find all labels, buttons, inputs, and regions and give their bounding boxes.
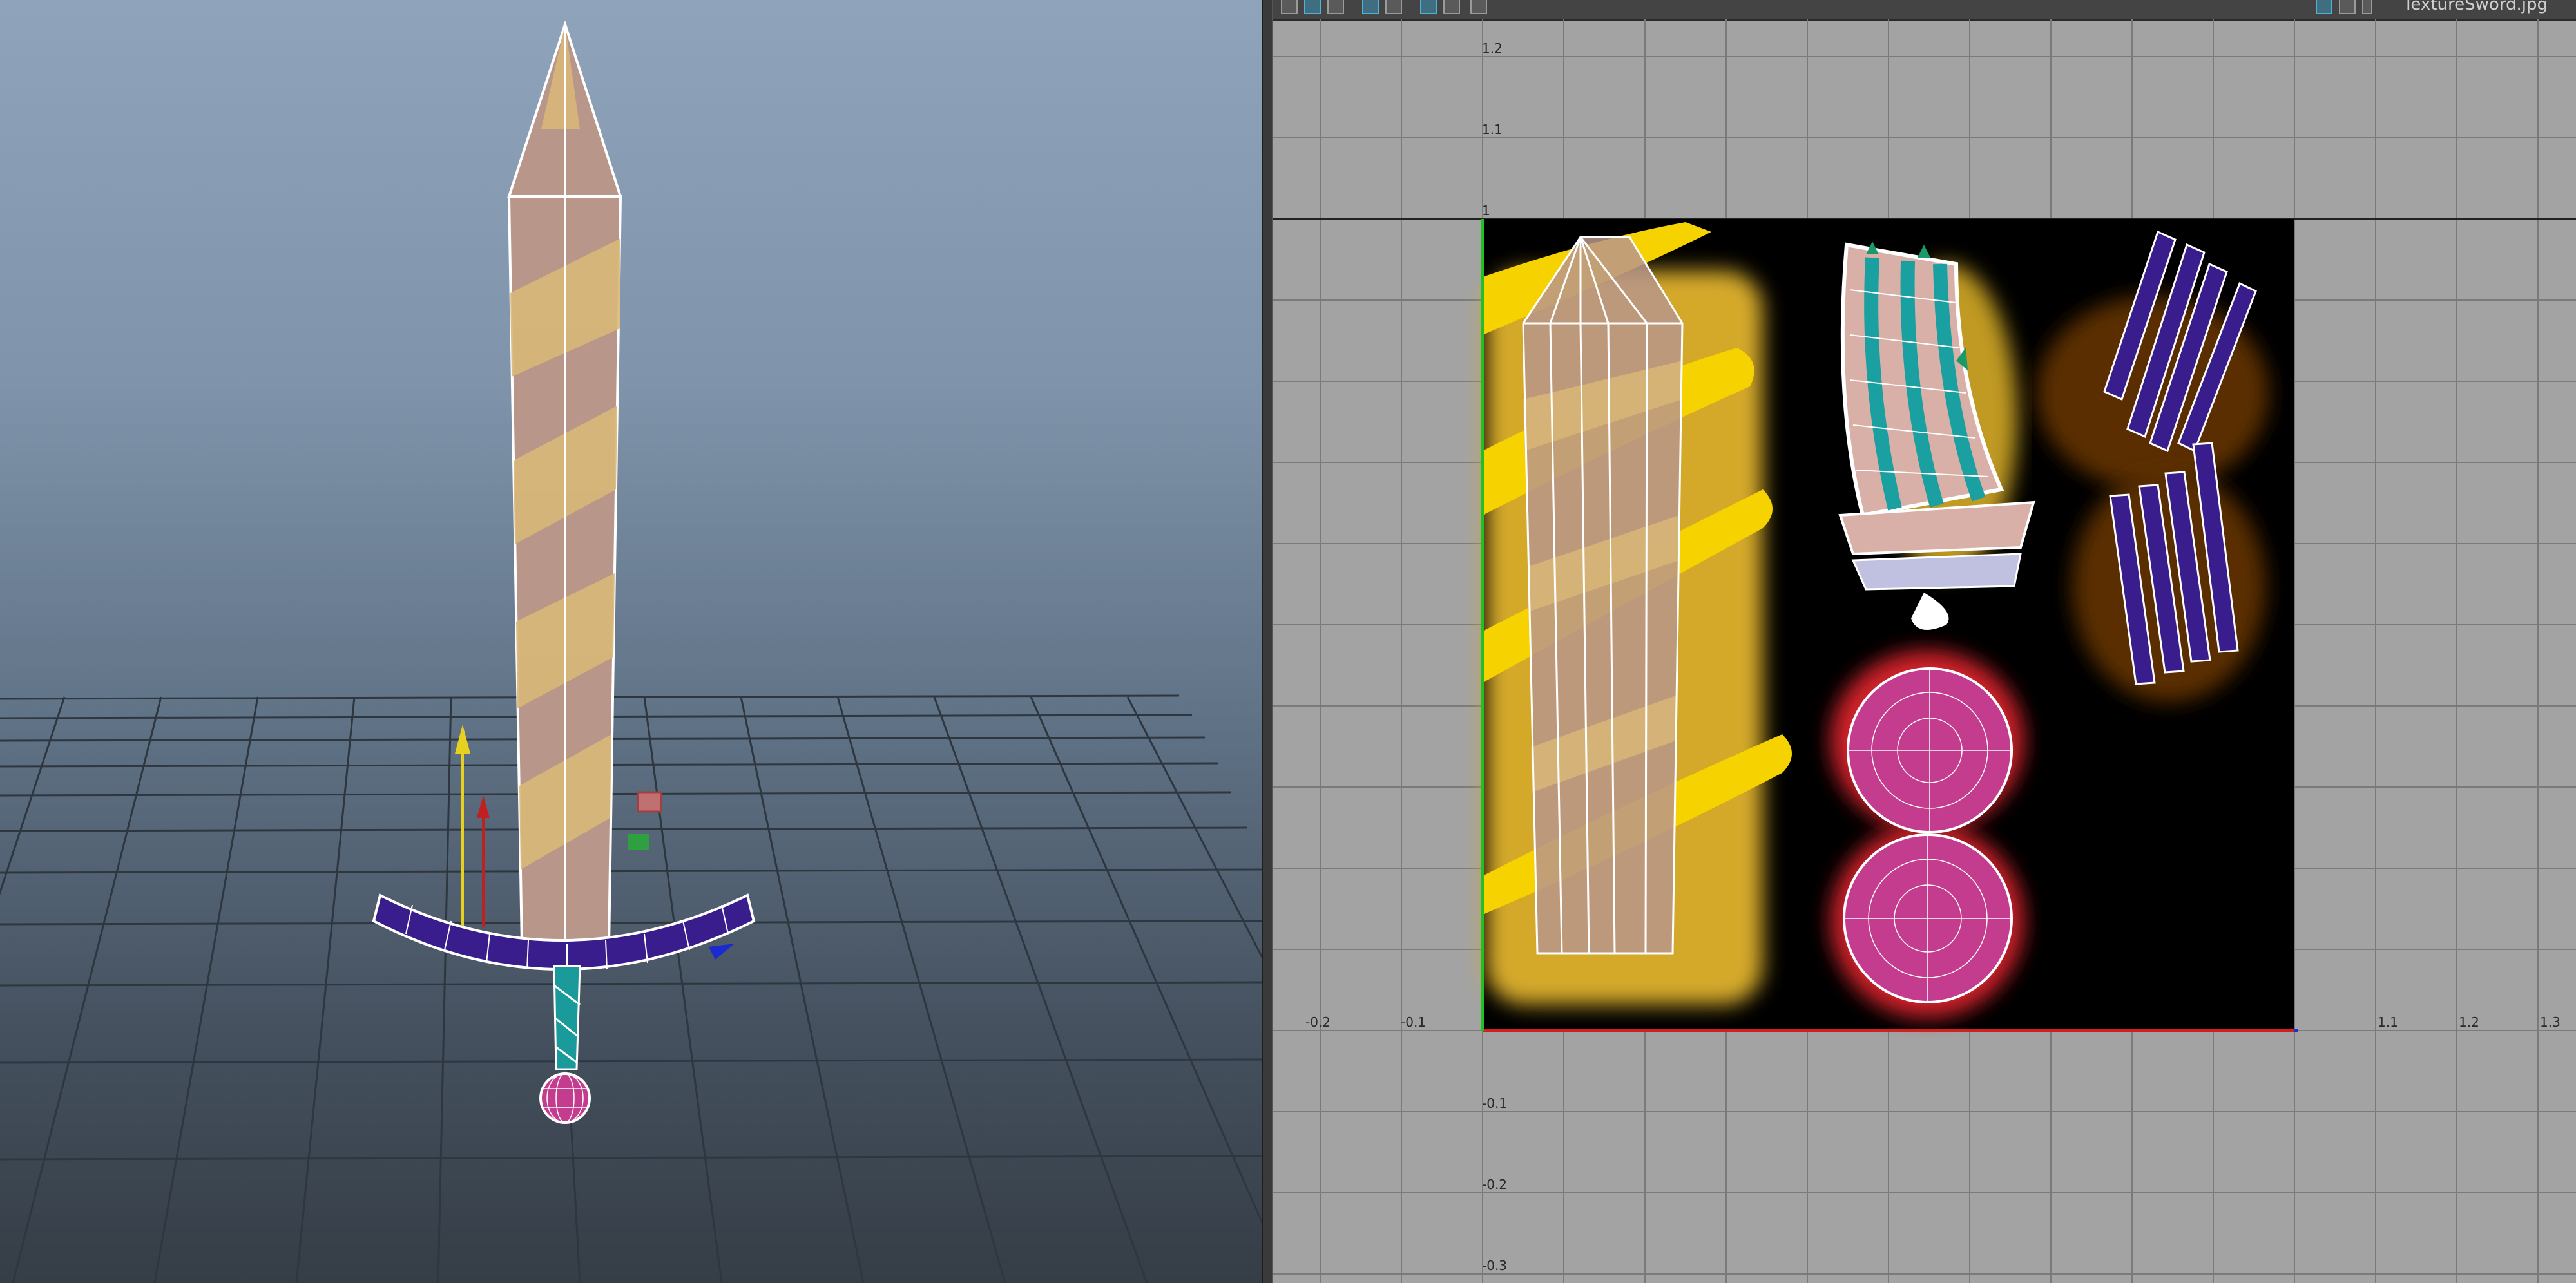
pommel[interactable]: [539, 1072, 591, 1124]
viewport-scene[interactable]: [0, 0, 1262, 1283]
snapshot-icon[interactable]: [1470, 0, 1487, 14]
panel-divider[interactable]: [1262, 0, 1273, 1283]
x-arrow-icon[interactable]: [477, 795, 490, 818]
checker-icon[interactable]: [1385, 0, 1402, 14]
v-label-1-2: 1.2: [1482, 41, 1503, 56]
u-label-neg-0-1: -0.1: [1401, 1014, 1426, 1030]
xy-plane-handle[interactable]: [637, 791, 662, 813]
v-label-1: 1: [1482, 203, 1490, 218]
uv-editor-panel[interactable]: TextureSword.jpg -0.2 -0.1 1.1 1.2 1.3 1…: [1273, 0, 2576, 1283]
u-label-1-3: 1.3: [2540, 1014, 2561, 1030]
isolate-icon[interactable]: [1443, 0, 1460, 14]
uv-canvas[interactable]: -0.2 -0.1 1.1 1.2 1.3 1.2 1.1 1 -0.1 -0.…: [1273, 19, 2576, 1283]
checker-map-icon[interactable]: [2339, 0, 2356, 14]
sword-model[interactable]: [372, 20, 756, 1124]
v-label-neg-0-2: -0.2: [1482, 1177, 1507, 1192]
u-label-neg-0-2: -0.2: [1305, 1014, 1331, 1030]
texture-icon[interactable]: [2316, 0, 2332, 14]
shaded-uv-icon[interactable]: [1362, 0, 1379, 14]
u-label-1-1: 1.1: [2378, 1014, 2398, 1030]
dropdown-icon[interactable]: [2362, 0, 2372, 14]
texture-filename: TextureSword.jpg: [2403, 0, 2548, 14]
uv-shell-icon[interactable]: [1304, 0, 1321, 14]
uv-shell-blade[interactable]: [1522, 236, 1684, 955]
grid-icon[interactable]: [1281, 0, 1298, 14]
image-icon[interactable]: [1327, 0, 1344, 14]
u-label-1-2: 1.2: [2459, 1014, 2479, 1030]
v-label-neg-0-1: -0.1: [1482, 1096, 1507, 1111]
ground-grid: [0, 694, 1262, 1283]
grip[interactable]: [553, 965, 581, 1070]
perspective-viewport[interactable]: [0, 0, 1262, 1283]
yz-plane-handle[interactable]: [628, 834, 649, 850]
frame-icon[interactable]: [1420, 0, 1437, 14]
z-arrow-icon[interactable]: [709, 944, 735, 960]
uv-toolbar: TextureSword.jpg: [1273, 0, 2576, 21]
v-label-1-1: 1.1: [1482, 122, 1503, 137]
v-label-neg-0-3: -0.3: [1482, 1258, 1507, 1273]
